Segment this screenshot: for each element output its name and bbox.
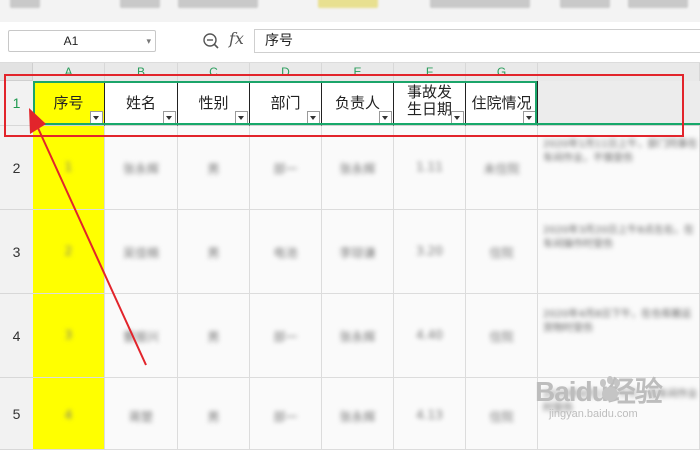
data-cell[interactable]: 1 [33,126,105,210]
data-cell[interactable]: 2 [33,210,105,294]
fx-icon[interactable]: fx [229,29,244,48]
data-cell[interactable]: 吴佳楠 [105,210,178,294]
name-box-value: A1 [63,34,79,48]
row-header-3[interactable]: 3 [0,210,33,294]
data-cell[interactable]: 曹振兴 [105,294,178,378]
formula-bar: A1 ▾ fx 序号 [0,22,700,63]
data-cell[interactable]: 4.40 [394,294,466,378]
cell-value: 张永辉 [339,330,376,344]
name-box[interactable]: A1 ▾ [8,30,156,52]
data-cell[interactable]: 住院 [466,210,538,294]
data-cell[interactable]: 2020年3月20日上午8点左右，在车间操作时受伤 [538,210,700,294]
data-cell[interactable]: 李琼谦 [322,210,394,294]
cell-value: 张永辉 [339,410,376,424]
cell-value: 电池 [273,246,298,260]
toolbar-item[interactable] [430,0,530,8]
data-cell[interactable]: 3.20 [394,210,466,294]
data-cell[interactable]: 男 [178,126,250,210]
ribbon-toolbar [0,0,700,23]
toolbar-item[interactable] [560,0,610,8]
chevron-down-icon[interactable]: ▾ [146,31,151,51]
table-row: 1 张永辉 男 部一 张永辉 1.11 未住院 2020年1月11日上午，部门同… [33,126,700,210]
cell-value: 男 [207,410,220,424]
cell-value: 部一 [273,162,298,176]
cell-value: 蒋楚 [128,410,153,424]
paw-icon [600,376,620,401]
cell-value: 部一 [273,410,298,424]
data-cell[interactable]: 1.11 [394,126,466,210]
cell-value: 张永辉 [339,162,376,176]
cell-value: 住院 [489,330,514,344]
cell-value: 2020年1月11日上午，部门同事在车间作业，不慎受伤 [543,139,698,164]
cell-value: 部一 [273,330,298,344]
data-cell[interactable]: 男 [178,210,250,294]
data-cell[interactable]: 张永辉 [322,294,394,378]
data-cell[interactable]: 男 [178,378,250,450]
data-cell[interactable]: 张永辉 [322,378,394,450]
data-cell[interactable]: 蒋楚 [105,378,178,450]
cell-value: 吴佳楠 [122,246,159,260]
data-cell[interactable]: 3 [33,294,105,378]
data-cell[interactable]: 未住院 [466,126,538,210]
cell-value: 李琼谦 [339,246,376,260]
table-row: 2 吴佳楠 男 电池 李琼谦 3.20 住院 2020年3月20日上午8点左右，… [33,210,700,294]
data-cell[interactable]: 部一 [250,378,322,450]
row-header-5[interactable]: 5 [0,378,33,450]
data-cell[interactable]: 部一 [250,126,322,210]
toolbar-item[interactable] [628,0,688,8]
data-cell[interactable]: 住院 [466,294,538,378]
cell-value: 住院 [489,246,514,260]
data-cell[interactable]: 2020年4月8日下午，在仓库搬运货物时受伤 [538,294,700,378]
data-cell[interactable]: 4 [33,378,105,450]
data-cell[interactable]: 男 [178,294,250,378]
cell-value: 4 [64,408,73,422]
cell-value: 未住院 [483,162,520,176]
cell-value: 3.20 [416,244,443,258]
data-cell[interactable]: 4.13 [394,378,466,450]
row-header-4[interactable]: 4 [0,294,33,378]
zoom-icon[interactable] [202,31,220,51]
data-cell[interactable]: 部一 [250,294,322,378]
toolbar-item[interactable] [120,0,160,8]
watermark: Baidu经验 jingyan.baidu.com [535,370,663,420]
cell-value: 2020年3月20日上午8点左右，在车间操作时受伤 [543,225,694,250]
cell-value: 1.11 [416,160,443,174]
data-cell[interactable]: 2020年1月11日上午，部门同事在车间作业，不慎受伤 [538,126,700,210]
toolbar-item[interactable] [318,0,378,8]
data-cell[interactable]: 张永辉 [105,126,178,210]
table-row: 3 曹振兴 男 部一 张永辉 4.40 住院 2020年4月8日下午，在仓库搬运… [33,294,700,378]
cell-value: 男 [207,162,220,176]
data-cell[interactable]: 张永辉 [322,126,394,210]
cell-value: 3 [64,328,73,342]
cell-value: 曹振兴 [122,330,159,344]
data-cell[interactable]: 电池 [250,210,322,294]
data-cell[interactable]: 住院 [466,378,538,450]
annotation-box [4,74,684,137]
cell-value: 4.40 [416,328,443,342]
cell-value: 男 [207,330,220,344]
cell-value: 1 [64,160,73,174]
cell-value: 4.13 [416,408,443,422]
row-header-2[interactable]: 2 [0,126,33,210]
formula-input[interactable]: 序号 [254,29,700,53]
toolbar-item[interactable] [10,0,40,8]
cell-value: 2020年4月8日下午，在仓库搬运货物时受伤 [543,309,692,334]
cell-value: 2 [64,244,73,258]
cell-value: 住院 [489,410,514,424]
cell-value: 张永辉 [122,162,159,176]
cell-value: 男 [207,246,220,260]
toolbar-item[interactable] [178,0,258,8]
